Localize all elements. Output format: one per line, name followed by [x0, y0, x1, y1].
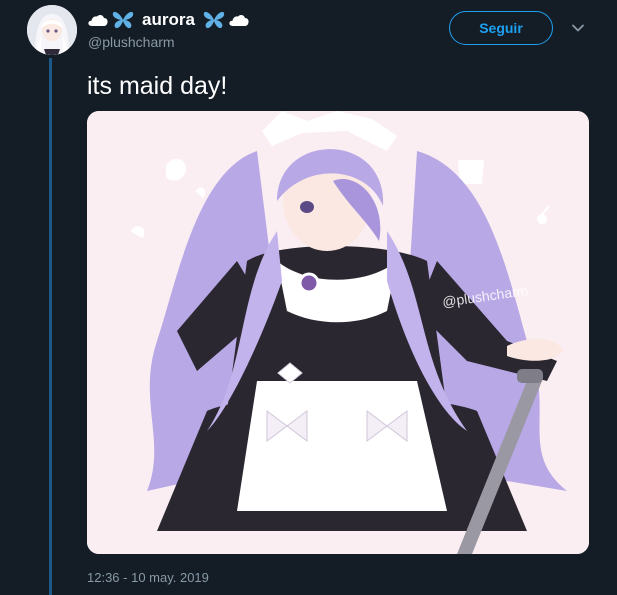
cloud-icon [229, 14, 249, 26]
follow-button[interactable]: Seguir [449, 11, 553, 45]
chevron-down-icon[interactable] [571, 21, 585, 35]
author-name-row[interactable]: aurora [88, 8, 249, 32]
butterfly-icon [112, 11, 134, 29]
tweet-media-image[interactable]: @plushcharm [87, 111, 589, 554]
display-name[interactable]: aurora [142, 10, 195, 30]
maid-illustration: @plushcharm [87, 111, 589, 554]
tweet-text: its maid day! [87, 72, 228, 100]
thread-line [49, 58, 52, 595]
avatar[interactable] [27, 5, 77, 55]
avatar-image [27, 5, 77, 55]
author-handle[interactable]: @plushcharm [88, 34, 175, 50]
cupcake-doodle [457, 160, 485, 184]
butterfly-icon [203, 11, 225, 29]
dessert-doodle [166, 158, 187, 181]
cloud-icon [88, 14, 108, 26]
tweet-timestamp[interactable]: 12:36 - 10 may. 2019 [87, 570, 209, 585]
